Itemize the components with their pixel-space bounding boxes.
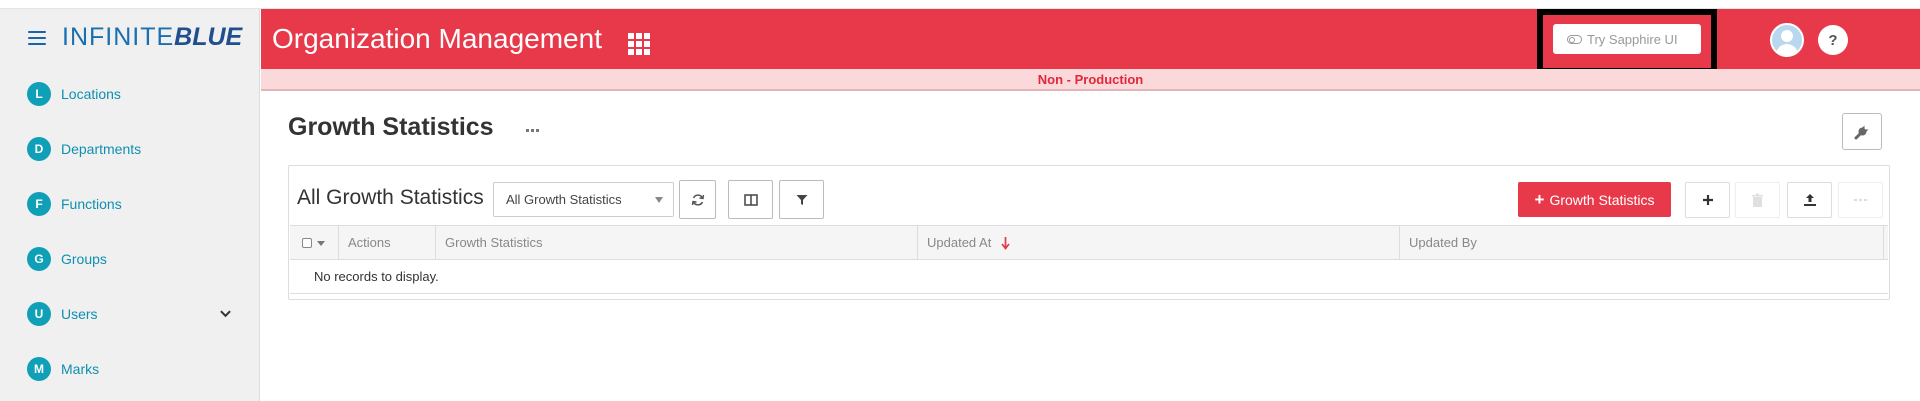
sidebar-item-label: Groups <box>61 250 107 267</box>
filter-button[interactable] <box>779 180 824 219</box>
app-title: Organization Management <box>272 23 602 54</box>
logo[interactable]: INFINITE BLUE <box>62 23 242 52</box>
nav-badge: L <box>27 81 51 106</box>
grid-panel: All Growth Statistics All Growth Statist… <box>288 165 1890 300</box>
wrench-icon <box>1854 125 1869 139</box>
column-growth-statistics[interactable]: Growth Statistics <box>436 226 918 259</box>
upload-button[interactable] <box>1787 182 1832 218</box>
help-icon: ? <box>1828 31 1838 49</box>
nav-badge: F <box>27 191 51 216</box>
select-all-column[interactable] <box>290 226 339 259</box>
try-sapphire-label: Try Sapphire UI <box>1587 31 1678 47</box>
columns-icon <box>743 193 758 206</box>
more-actions-button[interactable] <box>1838 182 1883 218</box>
trash-icon <box>1752 193 1763 207</box>
add-growth-statistics-button[interactable]: + Growth Statistics <box>1518 182 1671 217</box>
column-updated-at[interactable]: Updated At <box>918 226 1400 259</box>
app-header: Organization Management Try Sapphire UI … <box>261 9 1920 74</box>
sidebar: INFINITE BLUE L Locations D Departments F… <box>0 9 260 401</box>
more-dots-icon <box>1853 199 1867 201</box>
column-updated-by[interactable]: Updated By <box>1400 226 1884 259</box>
avatar[interactable] <box>1770 23 1804 57</box>
hamburger-icon[interactable] <box>28 30 46 45</box>
toggle-icon <box>1567 34 1582 44</box>
caret-down-icon[interactable] <box>317 241 325 246</box>
view-select-value: All Growth Statistics <box>506 192 622 207</box>
try-sapphire-button[interactable]: Try Sapphire UI <box>1553 24 1701 54</box>
environment-banner: Non - Production <box>261 69 1920 91</box>
sidebar-item-label: Users <box>61 305 98 322</box>
delete-button[interactable] <box>1735 182 1780 218</box>
caret-down-icon <box>655 197 663 203</box>
sidebar-item-label: Locations <box>61 85 121 102</box>
sidebar-item-label: Departments <box>61 140 142 157</box>
add-row-button[interactable] <box>1685 182 1730 218</box>
help-button[interactable]: ? <box>1818 25 1848 55</box>
grid-body: No records to display. <box>290 260 1888 294</box>
sidebar-item-functions[interactable]: F Functions <box>0 176 259 231</box>
empty-message: No records to display. <box>314 269 439 284</box>
chevron-down-icon[interactable] <box>220 308 231 319</box>
settings-button[interactable] <box>1842 113 1882 150</box>
grid-header: Actions Growth Statistics Updated At Upd… <box>290 225 1888 260</box>
filter-icon <box>796 194 807 205</box>
nav-badge: U <box>27 301 51 326</box>
apps-grid-icon[interactable] <box>628 33 650 55</box>
sidebar-item-label: Functions <box>61 195 122 212</box>
column-updated-at-label: Updated At <box>927 235 992 250</box>
upload-icon <box>1803 194 1816 206</box>
select-all-checkbox[interactable] <box>302 238 312 248</box>
sidebar-item-groups[interactable]: G Groups <box>0 231 259 286</box>
sidebar-item-label: Marks <box>61 360 100 377</box>
top-strip <box>0 0 1920 9</box>
plus-icon <box>1702 195 1713 205</box>
sort-down-icon <box>1001 237 1010 250</box>
sidebar-item-locations[interactable]: L Locations <box>0 66 259 121</box>
nav-badge: D <box>27 136 51 161</box>
columns-button[interactable] <box>728 180 773 219</box>
brand: INFINITE BLUE <box>0 9 259 66</box>
view-select[interactable]: All Growth Statistics <box>493 182 674 217</box>
sidebar-item-departments[interactable]: D Departments <box>0 121 259 176</box>
column-actions: Actions <box>339 226 436 259</box>
sidebar-item-users[interactable]: U Users <box>0 286 259 341</box>
add-button-label: Growth Statistics <box>1549 191 1655 208</box>
more-dots-icon[interactable] <box>526 129 539 132</box>
logo-text-thin: INFINITE <box>62 23 175 51</box>
sidebar-nav: L Locations D Departments F Functions G … <box>0 66 259 396</box>
nav-badge: G <box>27 246 51 271</box>
refresh-button[interactable] <box>679 180 716 219</box>
logo-text-bold: BLUE <box>174 23 243 51</box>
refresh-icon <box>691 193 704 206</box>
sidebar-item-marks[interactable]: M Marks <box>0 341 259 396</box>
view-title: All Growth Statistics <box>297 186 484 209</box>
plus-icon: + <box>1534 190 1545 209</box>
nav-badge: M <box>27 356 51 381</box>
page-title: Growth Statistics <box>288 113 494 141</box>
try-sapphire-highlight: Try Sapphire UI <box>1537 9 1717 74</box>
